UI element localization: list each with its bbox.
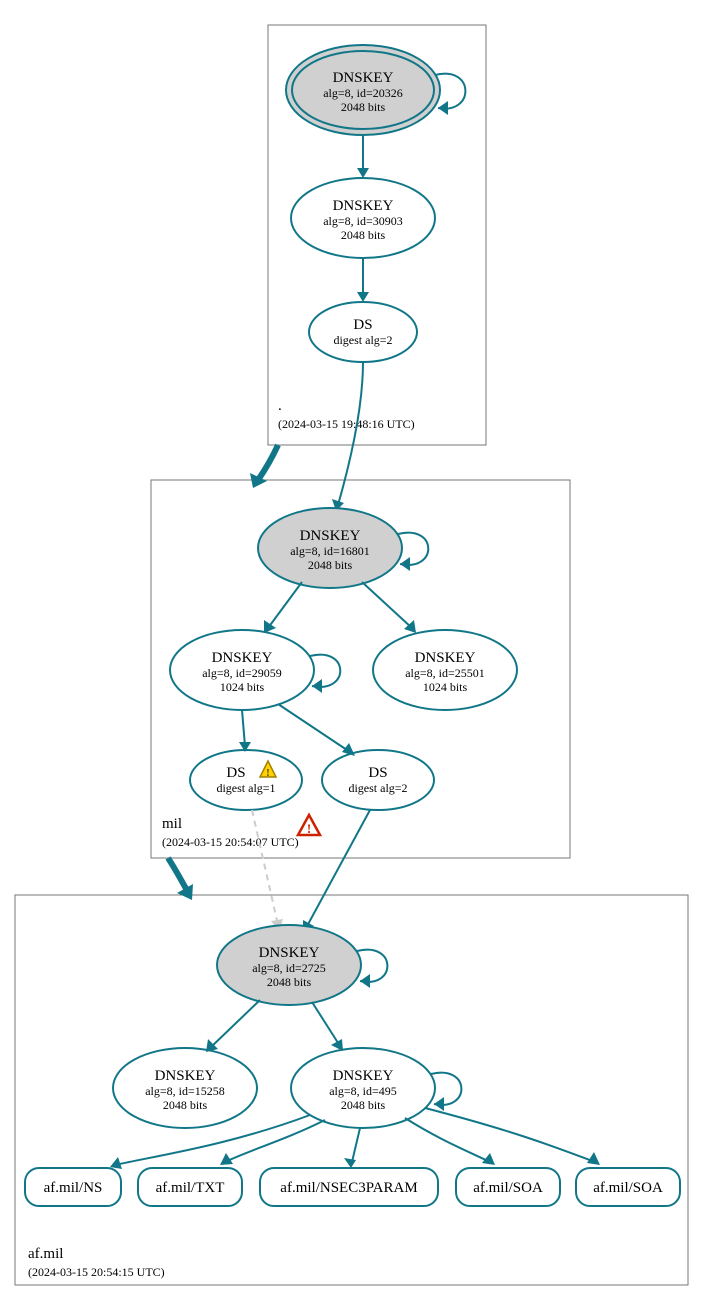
- node-mil-ds1: DS digest alg=1: [190, 750, 302, 810]
- svg-text:!: !: [266, 767, 270, 779]
- edge-mil-zsk1-ds1: [242, 710, 245, 746]
- edge-af-ksk-zsk2: [312, 1002, 340, 1046]
- af-zsk2-title: DNSKEY: [333, 1068, 394, 1084]
- mil-zsk2-bits: 1024 bits: [423, 680, 468, 694]
- root-ds-title: DS: [353, 317, 372, 333]
- edge-mil-ksk-zsk1: [268, 582, 302, 628]
- node-mil-ksk: DNSKEY alg=8, id=16801 2048 bits: [258, 508, 402, 588]
- node-af-zsk1: DNSKEY alg=8, id=15258 2048 bits: [113, 1048, 257, 1128]
- mil-ds2-title: DS: [368, 765, 387, 781]
- af-zsk2-bits: 2048 bits: [341, 1098, 386, 1112]
- af-zsk1-title: DNSKEY: [155, 1068, 216, 1084]
- rrset-soa2: af.mil/SOA: [576, 1168, 680, 1206]
- edge-af-ksk-zsk1: [210, 1000, 260, 1048]
- edge-mil-zsk1-ds2: [278, 704, 350, 752]
- root-ksk-title: DNSKEY: [333, 70, 394, 86]
- node-root-ds: DS digest alg=2: [309, 302, 417, 362]
- edge-mil-ksk-zsk2: [362, 582, 412, 628]
- rrset-ns: af.mil/NS: [25, 1168, 121, 1206]
- mil-ds2-alg: digest alg=2: [348, 781, 407, 795]
- edge-af-zsk2-soa1: [405, 1118, 490, 1162]
- af-ksk-title: DNSKEY: [259, 945, 320, 961]
- node-af-zsk2: DNSKEY alg=8, id=495 2048 bits: [291, 1048, 435, 1128]
- edge-mil-ds1-af-ksk: [252, 810, 278, 925]
- mil-zsk2-title: DNSKEY: [415, 650, 476, 666]
- zone-afmil-timestamp: (2024-03-15 20:54:15 UTC): [28, 1265, 165, 1279]
- node-af-ksk: DNSKEY alg=8, id=2725 2048 bits: [217, 925, 361, 1005]
- af-zsk2-alg: alg=8, id=495: [329, 1084, 397, 1098]
- root-zsk-alg: alg=8, id=30903: [323, 214, 403, 228]
- root-zsk-title: DNSKEY: [333, 198, 394, 214]
- dnssec-diagram: DNSKEY alg=8, id=20326 2048 bits DNSKEY …: [0, 0, 707, 1303]
- zone-root-label: .: [278, 398, 282, 414]
- edge-root-to-mil-zone: [258, 445, 278, 480]
- rrset-nsec3: af.mil/NSEC3PARAM: [260, 1168, 438, 1206]
- rrset-soa1-label: af.mil/SOA: [473, 1180, 543, 1196]
- edge-af-zsk2-soa2: [425, 1108, 595, 1162]
- root-zsk-bits: 2048 bits: [341, 228, 386, 242]
- rrset-nsec3-label: af.mil/NSEC3PARAM: [280, 1180, 417, 1196]
- root-ksk-bits: 2048 bits: [341, 100, 386, 114]
- mil-zsk1-alg: alg=8, id=29059: [202, 666, 282, 680]
- mil-zsk1-bits: 1024 bits: [220, 680, 265, 694]
- zone-mil-timestamp: (2024-03-15 20:54:07 UTC): [162, 835, 299, 849]
- mil-ds1-title: DS: [226, 765, 245, 781]
- node-mil-ds2: DS digest alg=2: [322, 750, 434, 810]
- node-mil-zsk1: DNSKEY alg=8, id=29059 1024 bits: [170, 630, 314, 710]
- mil-ksk-bits: 2048 bits: [308, 558, 353, 572]
- edge-mil-to-afmil-zone: [168, 858, 188, 892]
- node-mil-zsk2: DNSKEY alg=8, id=25501 1024 bits: [373, 630, 517, 710]
- zone-root-timestamp: (2024-03-15 19:48:16 UTC): [278, 417, 415, 431]
- svg-text:!: !: [307, 821, 311, 836]
- mil-ksk-alg: alg=8, id=16801: [290, 544, 370, 558]
- rrset-ns-label: af.mil/NS: [44, 1180, 103, 1196]
- edge-af-zsk2-nsec3: [352, 1128, 360, 1162]
- zone-afmil-label: af.mil: [28, 1246, 63, 1262]
- af-ksk-bits: 2048 bits: [267, 975, 312, 989]
- rrset-txt: af.mil/TXT: [138, 1168, 242, 1206]
- root-ksk-alg: alg=8, id=20326: [323, 86, 403, 100]
- mil-zsk1-title: DNSKEY: [212, 650, 273, 666]
- af-zsk1-bits: 2048 bits: [163, 1098, 208, 1112]
- edge-root-ds-mil-ksk: [338, 362, 363, 505]
- af-zsk1-alg: alg=8, id=15258: [145, 1084, 225, 1098]
- rrset-soa1: af.mil/SOA: [456, 1168, 560, 1206]
- af-ksk-alg: alg=8, id=2725: [252, 961, 326, 975]
- root-ds-alg: digest alg=2: [333, 333, 392, 347]
- node-root-ksk: DNSKEY alg=8, id=20326 2048 bits: [286, 45, 440, 135]
- mil-zsk2-alg: alg=8, id=25501: [405, 666, 485, 680]
- rrset-txt-label: af.mil/TXT: [156, 1180, 225, 1196]
- warning-red-icon: !: [298, 815, 320, 836]
- rrset-soa2-label: af.mil/SOA: [593, 1180, 663, 1196]
- mil-ds1-alg: digest alg=1: [216, 781, 275, 795]
- zone-mil-label: mil: [162, 816, 182, 832]
- node-root-zsk: DNSKEY alg=8, id=30903 2048 bits: [291, 178, 435, 258]
- mil-ksk-title: DNSKEY: [300, 528, 361, 544]
